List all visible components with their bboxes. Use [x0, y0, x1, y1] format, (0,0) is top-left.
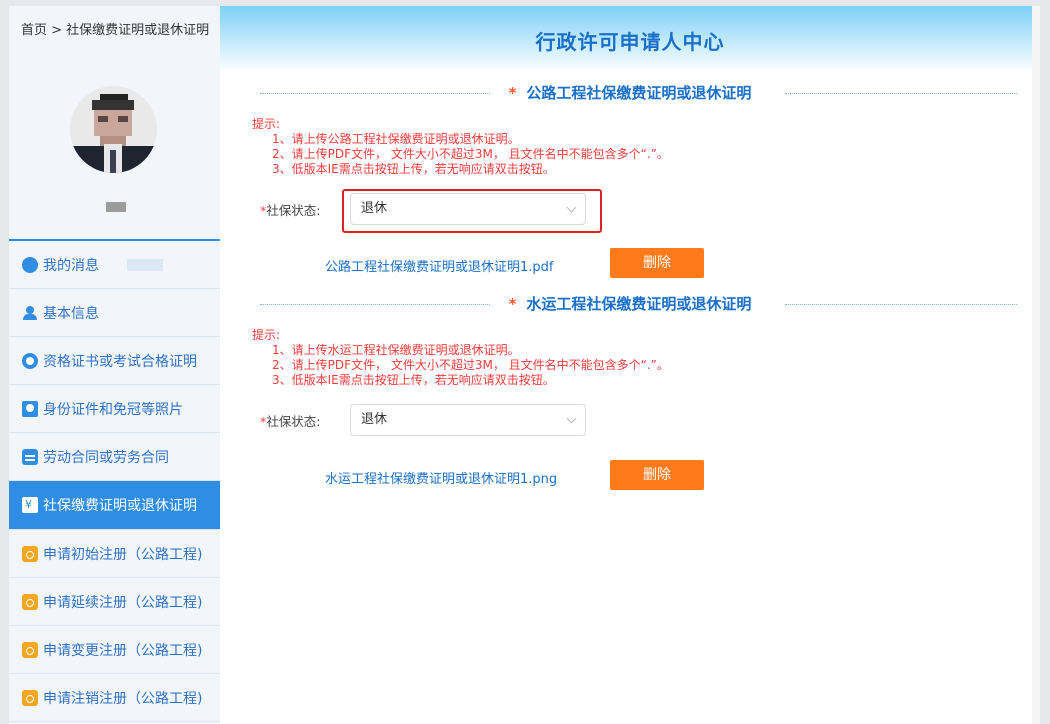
briefcase-icon: [22, 545, 38, 562]
tips-title: 提示:: [252, 328, 281, 342]
delete-button-waterway[interactable]: 删除: [610, 460, 704, 490]
page-header: 行政许可申请人中心: [220, 6, 1040, 73]
status-select-value: 退休: [361, 412, 388, 427]
sidebar-item-basic-info[interactable]: 基本信息: [9, 289, 220, 337]
sidebar-item-messages[interactable]: 我的消息: [9, 241, 220, 289]
avatar[interactable]: [70, 86, 157, 173]
page-title: 行政许可申请人中心: [535, 30, 725, 54]
tip-line: 3、低版本IE需点击按钮上传，若无响应请双击按钮。: [272, 373, 555, 387]
section-title-text: 公路工程社保缴费证明或退休证明: [526, 84, 752, 102]
tip-line: 1、请上传公路工程社保缴费证明或退休证明。: [272, 132, 520, 146]
sidebar-item-label: 申请延续注册（公路工程): [43, 594, 203, 611]
sidebar-item-change-registration[interactable]: 申请变更注册（公路工程): [9, 626, 220, 674]
section-title-highway: * 公路工程社保缴费证明或退休证明: [220, 82, 1040, 104]
highlight-box: [342, 189, 602, 233]
status-label: *社保状态:: [260, 414, 321, 429]
file-link-waterway[interactable]: 水运工程社保缴费证明或退休证明1.png: [325, 468, 557, 487]
sidebar-item-cancel-registration[interactable]: 申请注销注册（公路工程): [9, 674, 220, 722]
sidebar-item-label: 基本信息: [43, 305, 99, 322]
tips-waterway: 提示: 1、请上传水运工程社保缴费证明或退休证明。 2、请上传PDF文件， 文件…: [252, 328, 669, 388]
tip-line: 1、请上传水运工程社保缴费证明或退休证明。: [272, 343, 520, 357]
tips-title: 提示:: [252, 117, 281, 131]
sidebar-item-label: 劳动合同或劳务合同: [43, 449, 169, 466]
sidebar-item-id-photos[interactable]: 身份证件和免冠等照片: [9, 385, 220, 433]
social-security-icon: [22, 497, 38, 513]
tips-highway: 提示: 1、请上传公路工程社保缴费证明或退休证明。 2、请上传PDF文件， 文件…: [252, 117, 669, 177]
sidebar-item-label: 我的消息: [43, 257, 99, 274]
briefcase-icon: [22, 641, 38, 658]
tip-line: 3、低版本IE需点击按钮上传，若无响应请双击按钮。: [272, 162, 555, 176]
message-icon: [22, 256, 38, 273]
sidebar-item-initial-registration[interactable]: 申请初始注册（公路工程): [9, 530, 220, 578]
profile-card: [9, 56, 220, 241]
breadcrumb: 首页 > 社保缴费证明或退休证明: [21, 23, 210, 38]
sidebar-item-label: 申请注销注册（公路工程): [43, 690, 203, 707]
briefcase-icon: [22, 593, 38, 610]
tip-line: 2、请上传PDF文件， 文件大小不超过3M， 且文件名中不能包含多个“.”。: [272, 358, 669, 372]
certificate-icon: [22, 352, 38, 369]
tip-line: 2、请上传PDF文件， 文件大小不超过3M， 且文件名中不能包含多个“.”。: [272, 147, 669, 161]
scrollbar[interactable]: [1032, 6, 1040, 724]
sidebar-item-label: 资格证书或考试合格证明: [43, 353, 197, 370]
message-count-badge: [127, 258, 163, 271]
required-star: *: [508, 84, 517, 102]
section-title-text: 水运工程社保缴费证明或退休证明: [526, 295, 752, 313]
section-title-waterway: * 水运工程社保缴费证明或退休证明: [220, 293, 1040, 315]
user-icon: [22, 305, 38, 321]
sidebar: 首页 > 社保缴费证明或退休证明 我的消息 基本信息 资格证书或考试合格证明 身…: [9, 6, 220, 724]
username-blurred: [106, 202, 126, 212]
sidebar-item-certificates[interactable]: 资格证书或考试合格证明: [9, 337, 220, 385]
status-label: *社保状态:: [260, 203, 321, 218]
sidebar-item-label: 社保缴费证明或退休证明: [43, 498, 197, 514]
sidebar-item-social-security[interactable]: 社保缴费证明或退休证明: [9, 481, 220, 530]
main-panel: 行政许可申请人中心 * 公路工程社保缴费证明或退休证明 提示: 1、请上传公路工程…: [220, 6, 1040, 724]
contract-icon: [22, 448, 38, 465]
sidebar-item-renewal-registration[interactable]: 申请延续注册（公路工程): [9, 578, 220, 626]
chevron-down-icon: [566, 413, 577, 424]
required-star: *: [508, 295, 517, 313]
delete-button-highway[interactable]: 删除: [610, 248, 704, 278]
sidebar-item-label: 身份证件和免冠等照片: [43, 401, 183, 418]
sidebar-item-label: 申请初始注册（公路工程): [43, 546, 203, 563]
sidebar-item-label: 申请变更注册（公路工程): [43, 642, 203, 659]
sidebar-item-labor-contract[interactable]: 劳动合同或劳务合同: [9, 433, 220, 481]
app-frame: 首页 > 社保缴费证明或退休证明 我的消息 基本信息 资格证书或考试合格证明 身…: [9, 6, 1040, 724]
file-link-highway[interactable]: 公路工程社保缴费证明或退休证明1.pdf: [325, 256, 553, 275]
status-select-waterway[interactable]: 退休: [350, 404, 586, 436]
briefcase-icon: [22, 689, 38, 706]
id-card-icon: [22, 400, 38, 417]
